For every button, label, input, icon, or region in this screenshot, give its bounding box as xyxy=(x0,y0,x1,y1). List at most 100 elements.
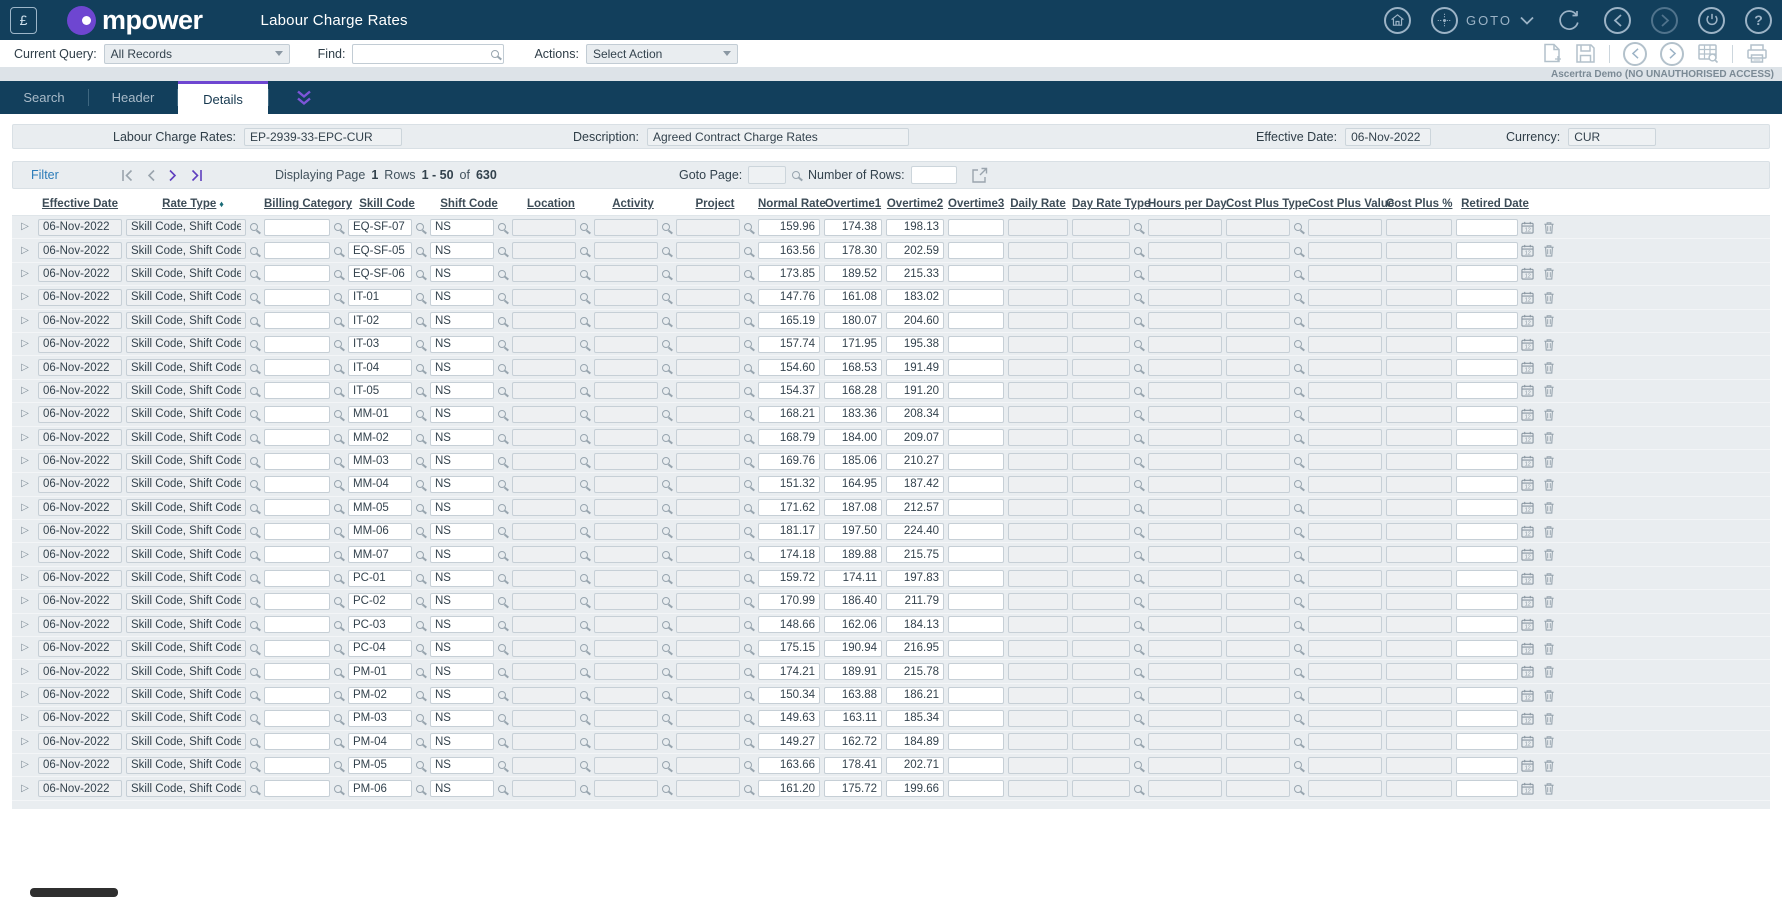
lookup-search-icon[interactable] xyxy=(744,247,752,255)
lookup-search-icon[interactable] xyxy=(580,714,588,722)
skill-code-cell[interactable] xyxy=(348,265,412,282)
shift-code-cell[interactable] xyxy=(430,289,494,306)
lookup-search-icon[interactable] xyxy=(250,527,258,535)
lookup-search-icon[interactable] xyxy=(580,738,588,746)
lookup-search-icon[interactable] xyxy=(744,621,752,629)
skill-code-cell[interactable] xyxy=(348,382,412,399)
row-expand-icon[interactable]: ▷ xyxy=(16,643,34,653)
calendar-icon[interactable]: 12 xyxy=(1521,618,1534,631)
lookup-search-icon[interactable] xyxy=(580,223,588,231)
lookup-search-icon[interactable] xyxy=(334,574,342,582)
refresh-icon[interactable] xyxy=(1554,5,1584,35)
calendar-icon[interactable]: 12 xyxy=(1521,759,1534,772)
lookup-search-icon[interactable] xyxy=(1134,761,1142,769)
lookup-search-icon[interactable] xyxy=(662,387,670,395)
delete-row-icon[interactable] xyxy=(1538,525,1560,538)
lookup-search-icon[interactable] xyxy=(662,785,670,793)
lookup-search-icon[interactable] xyxy=(580,644,588,652)
lookup-search-icon[interactable] xyxy=(498,738,506,746)
overtime3-cell[interactable] xyxy=(948,476,1004,493)
overtime1-cell[interactable] xyxy=(824,687,882,704)
skill-code-cell[interactable] xyxy=(348,289,412,306)
billing-category-cell[interactable] xyxy=(264,570,330,587)
lookup-search-icon[interactable] xyxy=(744,457,752,465)
billing-category-cell[interactable] xyxy=(264,593,330,610)
billing-category-cell[interactable] xyxy=(264,429,330,446)
column-header-project[interactable]: Project xyxy=(676,198,754,210)
overtime2-cell[interactable] xyxy=(886,453,944,470)
normal-rate-cell[interactable] xyxy=(758,780,820,797)
normal-rate-cell[interactable] xyxy=(758,710,820,727)
lookup-search-icon[interactable] xyxy=(416,457,424,465)
billing-category-cell[interactable] xyxy=(264,476,330,493)
overtime3-cell[interactable] xyxy=(948,523,1004,540)
delete-row-icon[interactable] xyxy=(1538,548,1560,561)
calendar-icon[interactable]: 12 xyxy=(1521,689,1534,702)
normal-rate-cell[interactable] xyxy=(758,289,820,306)
retired-date-cell[interactable] xyxy=(1456,476,1518,493)
lookup-search-icon[interactable] xyxy=(580,668,588,676)
lookup-search-icon[interactable] xyxy=(1294,504,1302,512)
calendar-icon[interactable]: 12 xyxy=(1521,548,1534,561)
skill-code-cell[interactable] xyxy=(348,453,412,470)
billing-category-cell[interactable] xyxy=(264,523,330,540)
lookup-search-icon[interactable] xyxy=(334,270,342,278)
calendar-icon[interactable]: 12 xyxy=(1521,267,1534,280)
lookup-search-icon[interactable] xyxy=(662,527,670,535)
delete-row-icon[interactable] xyxy=(1538,478,1560,491)
search-icon[interactable] xyxy=(491,50,499,58)
billing-category-cell[interactable] xyxy=(264,640,330,657)
lookup-search-icon[interactable] xyxy=(498,387,506,395)
column-header-cost-plus-value[interactable]: Cost Plus Value xyxy=(1308,198,1382,210)
lookup-search-icon[interactable] xyxy=(1294,738,1302,746)
shift-code-cell[interactable] xyxy=(430,406,494,423)
calendar-icon[interactable]: 12 xyxy=(1521,361,1534,374)
normal-rate-cell[interactable] xyxy=(758,476,820,493)
lookup-search-icon[interactable] xyxy=(334,621,342,629)
calendar-icon[interactable]: 12 xyxy=(1521,314,1534,327)
lookup-search-icon[interactable] xyxy=(1294,714,1302,722)
billing-category-cell[interactable] xyxy=(264,546,330,563)
lookup-search-icon[interactable] xyxy=(662,364,670,372)
overtime2-cell[interactable] xyxy=(886,429,944,446)
normal-rate-cell[interactable] xyxy=(758,242,820,259)
overtime3-cell[interactable] xyxy=(948,429,1004,446)
tab-header[interactable]: Header xyxy=(89,81,177,114)
lookup-search-icon[interactable] xyxy=(580,621,588,629)
lookup-search-icon[interactable] xyxy=(250,738,258,746)
overtime1-cell[interactable] xyxy=(824,616,882,633)
goto-page-input[interactable] xyxy=(748,166,786,184)
row-expand-icon[interactable]: ▷ xyxy=(16,526,34,536)
calendar-icon[interactable]: 12 xyxy=(1521,525,1534,538)
lookup-search-icon[interactable] xyxy=(416,293,424,301)
overtime1-cell[interactable] xyxy=(824,757,882,774)
calendar-icon[interactable]: 12 xyxy=(1521,595,1534,608)
skill-code-cell[interactable] xyxy=(348,219,412,236)
billing-category-cell[interactable] xyxy=(264,453,330,470)
row-expand-icon[interactable]: ▷ xyxy=(16,222,34,232)
retired-date-cell[interactable] xyxy=(1456,429,1518,446)
billing-category-cell[interactable] xyxy=(264,710,330,727)
lookup-search-icon[interactable] xyxy=(416,504,424,512)
billing-category-cell[interactable] xyxy=(264,289,330,306)
lookup-search-icon[interactable] xyxy=(662,644,670,652)
lookup-search-icon[interactable] xyxy=(416,551,424,559)
skill-code-cell[interactable] xyxy=(348,336,412,353)
lookup-search-icon[interactable] xyxy=(744,551,752,559)
lookup-search-icon[interactable] xyxy=(1134,270,1142,278)
lookup-search-icon[interactable] xyxy=(250,223,258,231)
lookup-search-icon[interactable] xyxy=(580,317,588,325)
skill-code-cell[interactable] xyxy=(348,359,412,376)
lookup-search-icon[interactable] xyxy=(498,574,506,582)
skill-code-cell[interactable] xyxy=(348,242,412,259)
lookup-search-icon[interactable] xyxy=(1134,387,1142,395)
lookup-search-icon[interactable] xyxy=(250,644,258,652)
row-expand-icon[interactable]: ▷ xyxy=(16,479,34,489)
skill-code-cell[interactable] xyxy=(348,406,412,423)
help-icon[interactable]: ? xyxy=(1745,7,1772,34)
overtime1-cell[interactable] xyxy=(824,312,882,329)
retired-date-cell[interactable] xyxy=(1456,733,1518,750)
goto-control[interactable]: GOTO xyxy=(1431,7,1534,34)
delete-row-icon[interactable] xyxy=(1538,782,1560,795)
lookup-search-icon[interactable] xyxy=(662,738,670,746)
